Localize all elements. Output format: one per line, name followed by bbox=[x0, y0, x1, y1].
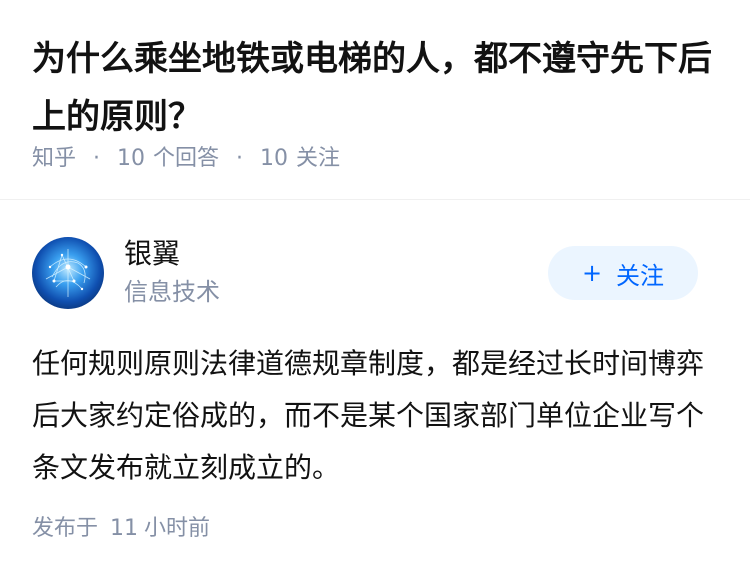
publish-time-value: 11 bbox=[110, 516, 139, 541]
answer-card: 银翼 信息技术 + 关注 任何规则原则法律道德规章制度，都是经过长时间博弈后大家… bbox=[0, 200, 750, 585]
follow-button[interactable]: + 关注 bbox=[548, 246, 698, 300]
follows-label: 关注 bbox=[296, 146, 341, 171]
publish-time: 发布于 11 小时前 bbox=[32, 514, 210, 544]
author-headline: 信息技术 bbox=[124, 278, 220, 306]
separator-dot: · bbox=[236, 146, 244, 171]
author-name[interactable]: 银翼 bbox=[124, 236, 180, 272]
avatar[interactable] bbox=[32, 237, 104, 309]
answer-content[interactable]: 任何规则原则法律道德规章制度，都是经过长时间博弈后大家约定俗成的，而不是某个国家… bbox=[32, 338, 722, 494]
separator-dot: · bbox=[93, 146, 101, 171]
source-label[interactable]: 知乎 bbox=[32, 146, 76, 171]
follow-button-label: 关注 bbox=[616, 261, 665, 290]
question-title[interactable]: 为什么乘坐地铁或电梯的人，都不遵守先下后上的原则？ bbox=[32, 30, 732, 146]
publish-time-prefix: 发布于 bbox=[32, 516, 99, 541]
publish-time-unit: 小时前 bbox=[144, 516, 211, 541]
brain-network-icon bbox=[45, 249, 91, 297]
answers-count: 10 bbox=[117, 146, 146, 171]
follows-count-link[interactable]: 10 关注 bbox=[260, 146, 340, 171]
question-header: 为什么乘坐地铁或电梯的人，都不遵守先下后上的原则？ 知乎 · 10 个回答 · 1… bbox=[0, 0, 750, 200]
question-meta: 知乎 · 10 个回答 · 10 关注 bbox=[32, 144, 340, 174]
answers-count-link[interactable]: 10 个回答 bbox=[117, 146, 219, 171]
plus-icon: + bbox=[581, 259, 603, 287]
answers-label: 个回答 bbox=[153, 146, 220, 171]
follows-count: 10 bbox=[260, 146, 289, 171]
